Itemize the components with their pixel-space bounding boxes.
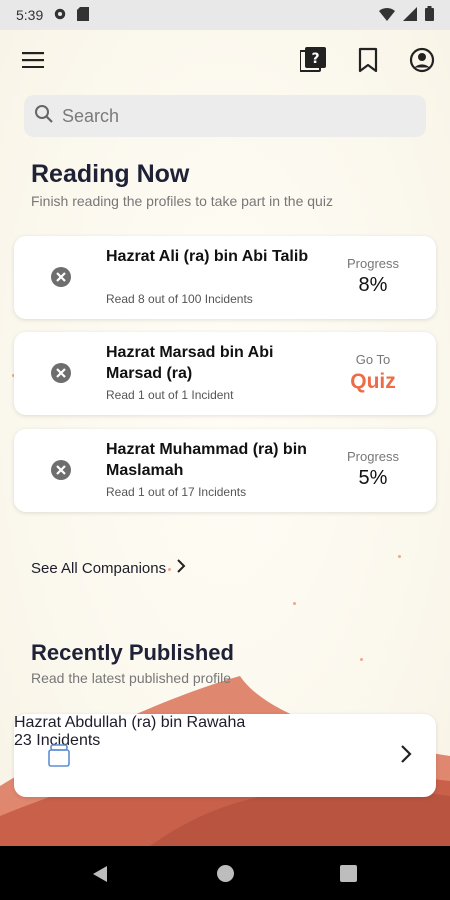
recently-published-title: Recently Published — [31, 640, 234, 665]
signal-icon — [403, 6, 417, 24]
search-input[interactable] — [62, 105, 402, 127]
companion-name: Hazrat Muhammad (ra) bin Maslamah — [106, 441, 307, 479]
home-icon[interactable] — [216, 864, 235, 888]
chevron-right-icon[interactable] — [400, 744, 412, 769]
remove-circle-icon[interactable] — [50, 362, 72, 384]
recents-icon[interactable] — [340, 865, 357, 887]
quiz-help-icon[interactable]: ? — [297, 44, 329, 76]
reading-card[interactable]: Hazrat Muhammad (ra) bin Maslamah Read 1… — [14, 429, 436, 512]
status-time: 5:39 — [16, 7, 44, 23]
progress-label: Progress — [346, 256, 400, 271]
progress-value: 5% — [358, 467, 388, 489]
reading-now-subtitle: Finish reading the profiles to take part… — [31, 193, 333, 209]
companion-name: Hazrat Marsad bin Abi Marsad (ra) — [106, 344, 274, 382]
see-all-label: See All Companions — [31, 559, 167, 577]
reading-card[interactable]: Hazrat Ali (ra) bin Abi Talib Read 8 out… — [14, 236, 436, 319]
system-navigation-bar — [0, 846, 450, 900]
menu-hamburger-icon[interactable] — [17, 44, 49, 76]
progress-value: 8% — [358, 274, 388, 296]
account-profile-icon[interactable] — [406, 44, 438, 76]
incident-count: 23 Incidents — [14, 732, 101, 749]
recently-published-subtitle: Read the latest published profile — [31, 670, 232, 686]
read-count: Read 1 out of 17 Incidents — [106, 485, 247, 499]
see-all-companions-link[interactable]: See All Companions — [31, 558, 186, 578]
read-count: Read 8 out of 100 Incidents — [106, 292, 253, 306]
wifi-icon — [379, 7, 395, 24]
remove-circle-icon[interactable] — [50, 266, 72, 288]
bookmark-icon[interactable] — [352, 44, 384, 76]
app-top-bar: ? — [0, 30, 450, 90]
chevron-right-icon — [176, 558, 186, 578]
read-count: Read 1 out of 1 Incident — [106, 388, 234, 402]
archive-box-icon — [48, 744, 70, 773]
search-bar[interactable] — [24, 95, 426, 137]
published-profile-card[interactable]: Hazrat Abdullah (ra) bin Rawaha 23 Incid… — [14, 714, 436, 797]
quiz-link[interactable]: Quiz — [338, 370, 408, 394]
back-icon[interactable] — [91, 865, 109, 888]
settings-gear-icon — [53, 7, 67, 24]
status-bar: 5:39 — [0, 0, 450, 30]
sd-card-icon — [77, 6, 90, 24]
go-to-label: Go To — [355, 352, 391, 367]
battery-icon — [425, 6, 434, 24]
remove-circle-icon[interactable] — [50, 459, 72, 481]
svg-text:?: ? — [311, 51, 319, 67]
companion-name: Hazrat Ali (ra) bin Abi Talib — [106, 248, 309, 265]
companion-name: Hazrat Abdullah (ra) bin Rawaha — [14, 714, 246, 731]
reading-card[interactable]: Hazrat Marsad bin Abi Marsad (ra) Read 1… — [14, 332, 436, 415]
reading-now-title: Reading Now — [31, 160, 190, 188]
search-icon — [34, 104, 54, 129]
progress-label: Progress — [346, 449, 400, 464]
